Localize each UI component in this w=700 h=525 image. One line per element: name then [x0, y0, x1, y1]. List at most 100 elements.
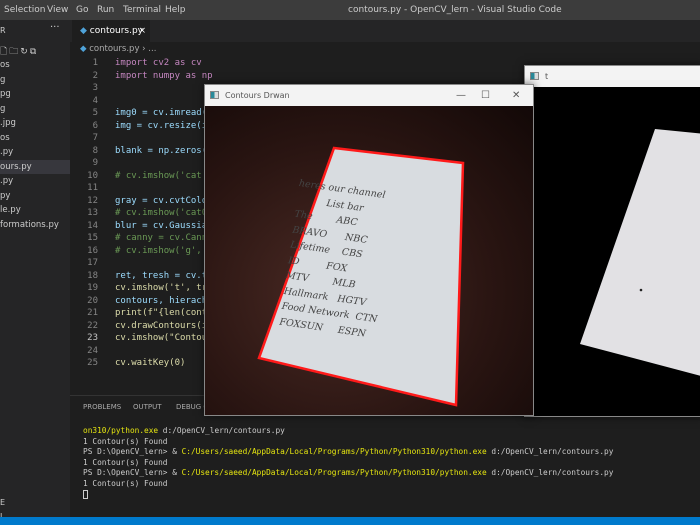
contours-window-titlebar[interactable]: Contours Drwan — ☐ ✕	[205, 85, 533, 106]
code-line: cv.imshow("Contour	[115, 332, 213, 345]
line-number: 24	[70, 345, 98, 358]
threshold-shape	[525, 87, 700, 416]
tab-contours-py[interactable]: ◆ contours.py ×	[72, 20, 150, 42]
terminal-output[interactable]: on310/python.exe d:/OpenCV_lern/contours…	[83, 426, 613, 500]
line-number: 18	[70, 270, 98, 283]
line-number: 11	[70, 182, 98, 195]
threshold-window-title: t	[545, 72, 548, 81]
contour-image: heres our channelList barThe ABCBRAVO NB…	[205, 106, 533, 415]
file-item[interactable]: .jpg	[0, 116, 70, 130]
refresh-icon[interactable]: ↻	[20, 47, 30, 57]
contours-window[interactable]: Contours Drwan — ☐ ✕ heres our channelLi…	[204, 84, 534, 416]
terminal-text: C:/Users/saeed/AppData/Local/Programs/Py…	[182, 447, 487, 456]
line-number: 2	[70, 70, 98, 83]
terminal-text: 1 Contour(s) Found	[83, 437, 168, 446]
terminal-text: PS D:\OpenCV_lern> &	[83, 468, 182, 477]
tab-output[interactable]: OUTPUT	[133, 403, 162, 411]
threshold-window-titlebar[interactable]: t	[525, 66, 700, 87]
line-number: 23	[70, 332, 98, 345]
code-line: # cv.imshow('cat',	[115, 170, 213, 183]
terminal-line: 1 Contour(s) Found	[83, 479, 613, 490]
terminal-text: PS D:\OpenCV_lern> &	[83, 447, 182, 456]
code-line: import cv2 as cv	[115, 57, 202, 70]
terminal-line: 1 Contour(s) Found	[83, 458, 613, 469]
code-line: print(f"{len(conto	[115, 307, 213, 320]
code-line: # cv.imshow('cat0	[115, 207, 207, 220]
threshold-window[interactable]: t	[524, 65, 700, 417]
code-line: blur = cv.Gaussian	[115, 220, 213, 233]
code-line: gray = cv.cvtColor	[115, 195, 213, 208]
line-number: 19	[70, 282, 98, 295]
menu-selection[interactable]: Selection	[4, 5, 45, 15]
line-number: 8	[70, 145, 98, 158]
line-number: 10	[70, 170, 98, 183]
code-line: cv.imshow('t', tre	[115, 282, 213, 295]
close-tab-icon[interactable]: ×	[138, 20, 146, 42]
menu-go[interactable]: Go	[76, 5, 88, 15]
breadcrumb[interactable]: ◆ contours.py › ...	[80, 44, 156, 54]
line-number: 3	[70, 82, 98, 95]
breadcrumb-text: contours.py › ...	[89, 44, 156, 54]
line-number: 22	[70, 320, 98, 333]
menu-run[interactable]: Run	[97, 5, 114, 15]
terminal-text: d:/OpenCV_lern/contours.py	[487, 468, 614, 477]
python-file-icon: ◆	[80, 44, 87, 54]
python-file-icon: ◆	[80, 26, 87, 36]
terminal-line: on310/python.exe d:/OpenCV_lern/contours…	[83, 426, 613, 437]
code-line: img0 = cv.imread(	[115, 107, 207, 120]
file-item[interactable]: g	[0, 102, 70, 116]
file-item[interactable]: formations.py	[0, 218, 70, 232]
window-title: contours.py - OpenCV_lern - Visual Studi…	[348, 5, 562, 15]
file-item[interactable]: py	[0, 189, 70, 203]
new-file-icon[interactable]: 🗋	[0, 47, 9, 57]
terminal-text: d:/OpenCV_lern/contours.py	[158, 426, 285, 435]
terminal-text: 1 Contour(s) Found	[83, 458, 168, 467]
code-line: blank = np.zeros(i	[115, 145, 213, 158]
menu-help[interactable]: Help	[165, 5, 186, 15]
threshold-image	[525, 87, 700, 416]
terminal-text: d:/OpenCV_lern/contours.py	[487, 447, 614, 456]
code-line: cv.drawContours(im	[115, 320, 213, 333]
line-number: 25	[70, 357, 98, 370]
code-line: import numpy as np	[115, 70, 213, 83]
line-number: 14	[70, 220, 98, 233]
maximize-button[interactable]: ☐	[481, 85, 490, 106]
file-item[interactable]: g	[0, 73, 70, 87]
file-item[interactable]: pg	[0, 87, 70, 101]
line-number: 16	[70, 245, 98, 258]
new-folder-icon[interactable]: 🗀	[9, 47, 20, 57]
line-number: 17	[70, 257, 98, 270]
contours-window-title: Contours Drwan	[225, 91, 290, 100]
code-line: # cv.imshow('g', c	[115, 245, 213, 258]
minimize-button[interactable]: —	[456, 85, 466, 106]
code-line: # canny = cv.Canny	[115, 232, 213, 245]
line-number: 20	[70, 295, 98, 308]
line-number: 9	[70, 157, 98, 170]
menu-terminal[interactable]: Terminal	[123, 5, 161, 15]
collapse-all-icon[interactable]: ⧉	[30, 47, 38, 57]
code-line: img = cv.resize(im	[115, 120, 213, 133]
status-bar	[0, 517, 700, 525]
line-number: 1	[70, 57, 98, 70]
outline-section[interactable]: E	[0, 498, 5, 507]
menu-view[interactable]: View	[47, 5, 68, 15]
file-item[interactable]: .py	[0, 174, 70, 188]
file-item[interactable]: le.py	[0, 203, 70, 217]
file-item[interactable]: .py	[0, 145, 70, 159]
more-actions-icon[interactable]: ···	[50, 22, 60, 33]
line-number: 5	[70, 107, 98, 120]
line-number: 4	[70, 95, 98, 108]
file-item[interactable]: ours.py	[0, 160, 70, 174]
file-item[interactable]: os	[0, 58, 70, 72]
code-line: ret, tresh = cv.th	[115, 270, 213, 283]
close-button[interactable]: ✕	[512, 85, 520, 106]
line-number: 6	[70, 120, 98, 133]
menu-bar: Selection View Go Run Terminal Help cont…	[0, 0, 700, 20]
editor-tabs: ◆ contours.py ×	[70, 20, 700, 42]
explorer-header: R	[0, 26, 6, 35]
terminal-line: PS D:\OpenCV_lern> & C:/Users/saeed/AppD…	[83, 468, 613, 479]
file-item[interactable]: os	[0, 131, 70, 145]
tab-problems[interactable]: PROBLEMS	[83, 403, 121, 411]
tab-label: contours.py	[90, 26, 143, 36]
terminal-line: 1 Contour(s) Found	[83, 437, 613, 448]
